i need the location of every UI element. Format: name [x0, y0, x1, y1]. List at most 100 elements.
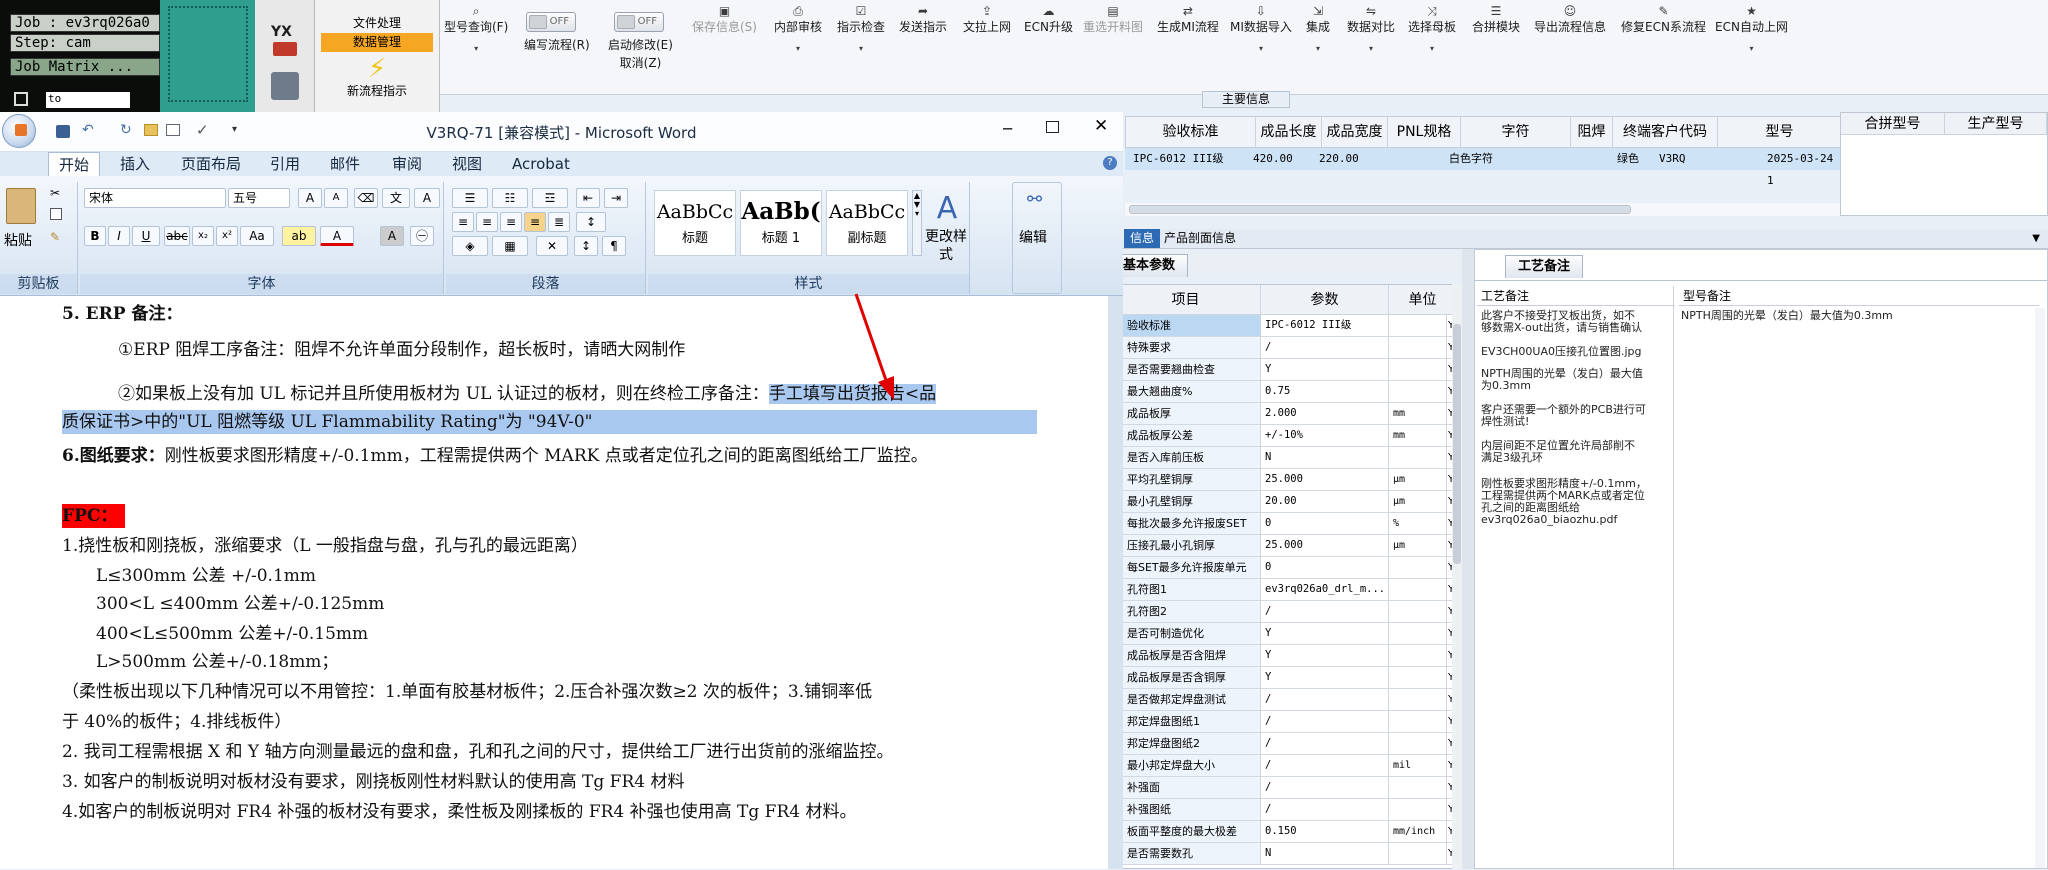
param-col-unit[interactable]: 单位: [1389, 285, 1457, 315]
data-compare-button[interactable]: ⇋ 数据对比 ▾: [1347, 4, 1395, 54]
param-row[interactable]: 成品板厚公差+/-10%mmY: [1111, 425, 1457, 447]
grid-col-width[interactable]: 成品宽度: [1322, 117, 1388, 147]
shrink-font-icon[interactable]: A: [324, 188, 348, 208]
select-motherboard-button[interactable]: ⤨ 选择母板 ▾: [1408, 4, 1456, 54]
cancel-button[interactable]: 取消(Z): [608, 54, 673, 72]
font-name-select[interactable]: 宋体: [84, 188, 226, 208]
param-value[interactable]: Y: [1261, 623, 1389, 644]
editing-button[interactable]: 编辑: [1019, 227, 1047, 247]
param-row[interactable]: 特殊要求/Y: [1111, 337, 1457, 359]
char-border-icon[interactable]: A: [414, 188, 440, 208]
param-unit[interactable]: μm: [1389, 469, 1447, 490]
param-row[interactable]: 是否可制造优化YY: [1111, 623, 1457, 645]
cut-icon[interactable]: ✂: [50, 186, 60, 200]
grid-col-char[interactable]: 字符: [1461, 117, 1571, 147]
tab-references[interactable]: 引用: [270, 152, 300, 176]
ecn-upgrade-button[interactable]: ☁ ECN升级: [1024, 4, 1073, 36]
param-scrollbar[interactable]: [1452, 284, 1462, 869]
param-unit[interactable]: mm/inch: [1389, 821, 1447, 842]
param-unit[interactable]: [1389, 381, 1447, 402]
style-subtitle[interactable]: AaBbCc 副标题: [826, 190, 908, 256]
tab-product-profile[interactable]: 产品剖面信息: [1164, 229, 1236, 248]
param-unit[interactable]: [1389, 689, 1447, 710]
numbering-icon[interactable]: ☷: [492, 188, 528, 208]
param-unit[interactable]: μm: [1389, 535, 1447, 556]
phonetic-icon[interactable]: 文: [382, 188, 410, 208]
format-painter-icon[interactable]: ✎: [50, 230, 60, 244]
clear-format-icon[interactable]: ⌫: [354, 188, 378, 208]
internal-review-button[interactable]: ⎙ 内部审核 ▾: [774, 4, 822, 54]
grid-col-merge-model[interactable]: 合拼型号: [1841, 113, 1945, 135]
enclose-char-icon[interactable]: ㊀: [410, 226, 434, 246]
ecn-auto-upload-button[interactable]: ★ ECN自动上网 ▾: [1715, 4, 1788, 54]
param-row[interactable]: 成品板厚是否含铜厚YY: [1111, 667, 1457, 689]
merge-module-button[interactable]: ☰ 合拼模块: [1472, 4, 1520, 36]
grid-col-production-model[interactable]: 生产型号: [1945, 113, 2047, 135]
chinese-layout-icon[interactable]: ✕: [536, 236, 568, 256]
yx-icon[interactable]: [273, 42, 297, 56]
sort-icon[interactable]: ↕: [574, 236, 598, 256]
borders-icon[interactable]: ▦: [492, 236, 528, 256]
scroll-thumb[interactable]: [1129, 205, 1631, 214]
data-management-item[interactable]: 数据管理: [321, 33, 433, 52]
job-matrix-button[interactable]: Job Matrix ...: [10, 58, 160, 76]
align-right-icon[interactable]: ≡: [500, 212, 522, 232]
param-unit[interactable]: [1389, 359, 1447, 380]
align-left-icon[interactable]: ≡: [452, 212, 474, 232]
param-value[interactable]: 20.00: [1261, 491, 1389, 512]
param-value[interactable]: /: [1261, 755, 1389, 776]
param-row[interactable]: 每SET最多允许报废单元0Y: [1111, 557, 1457, 579]
param-value[interactable]: Y: [1261, 359, 1389, 380]
reselect-cut-chart-button[interactable]: ▤ 重选开料图: [1083, 4, 1143, 36]
param-value[interactable]: Y: [1261, 645, 1389, 666]
param-value[interactable]: ev3rq026a0_drl_m...: [1261, 579, 1389, 600]
param-unit[interactable]: mm: [1389, 425, 1447, 446]
tab-mailings[interactable]: 邮件: [330, 152, 360, 176]
grid-horizontal-scrollbar[interactable]: [1125, 203, 1841, 216]
param-row[interactable]: 补强面/Y: [1111, 777, 1457, 799]
highlight-icon[interactable]: ab: [282, 226, 316, 246]
param-row[interactable]: 最小邦定焊盘大小/milY: [1111, 755, 1457, 777]
align-center-icon[interactable]: ≡: [476, 212, 498, 232]
param-unit[interactable]: [1389, 601, 1447, 622]
tab-acrobat[interactable]: Acrobat: [512, 152, 570, 176]
param-unit[interactable]: [1389, 799, 1447, 820]
param-value[interactable]: 0.75: [1261, 381, 1389, 402]
param-row[interactable]: 是否需要数孔NY: [1111, 843, 1457, 865]
param-value[interactable]: /: [1261, 733, 1389, 754]
grid-col-length[interactable]: 成品长度: [1256, 117, 1322, 147]
grid-col-solder[interactable]: 阻焊: [1571, 117, 1613, 147]
param-value[interactable]: 25.000: [1261, 535, 1389, 556]
tab-home[interactable]: 开始: [48, 152, 101, 176]
tab-craft-notes[interactable]: 工艺备注: [1505, 255, 1584, 278]
checkbox-icon[interactable]: [14, 92, 28, 106]
justify-icon[interactable]: ≡: [524, 212, 546, 232]
export-flow-info-button[interactable]: ☺ 导出流程信息: [1534, 4, 1606, 36]
param-unit[interactable]: [1389, 337, 1447, 358]
param-row[interactable]: 补强图纸/Y: [1111, 799, 1457, 821]
param-row[interactable]: 验收标准IPC-6012 III级Y: [1111, 315, 1457, 337]
maximize-button[interactable]: [1046, 121, 1059, 133]
param-col-item[interactable]: 项目: [1111, 285, 1261, 315]
integrate-button[interactable]: ⇲ 集成 ▾: [1306, 4, 1330, 54]
grid-col-pnl[interactable]: PNL规格: [1388, 117, 1461, 147]
change-case-icon[interactable]: Aa: [240, 226, 274, 246]
param-unit[interactable]: [1389, 843, 1447, 864]
strikethrough-icon[interactable]: abc: [164, 226, 190, 246]
repair-ecn-flow-button[interactable]: ✎ 修复ECN系流程: [1621, 4, 1706, 36]
save-info-button[interactable]: ▣ 保存信息(S): [692, 4, 757, 36]
mi-data-import-button[interactable]: ⇩ MI数据导入 ▾: [1230, 4, 1292, 54]
param-value[interactable]: 0.150: [1261, 821, 1389, 842]
send-instruction-button[interactable]: ➦ 发送指示: [899, 4, 947, 36]
bold-icon[interactable]: B: [84, 226, 106, 246]
help-icon[interactable]: ?: [1103, 156, 1117, 170]
param-row[interactable]: 邦定焊盘图纸1/Y: [1111, 711, 1457, 733]
grid-col-model[interactable]: 型号: [1718, 117, 1842, 147]
param-row[interactable]: 孔符图2/Y: [1111, 601, 1457, 623]
instruction-check-button[interactable]: ☑ 指示检查 ▾: [837, 4, 885, 54]
param-value[interactable]: Y: [1261, 667, 1389, 688]
param-row[interactable]: 平均孔壁铜厚25.000μmY: [1111, 469, 1457, 491]
styles-scroll[interactable]: ▲ ▼ ▾: [912, 190, 922, 256]
param-row[interactable]: 成品板厚是否含阻焊YY: [1111, 645, 1457, 667]
param-row[interactable]: 成品板厚2.000mmY: [1111, 403, 1457, 425]
